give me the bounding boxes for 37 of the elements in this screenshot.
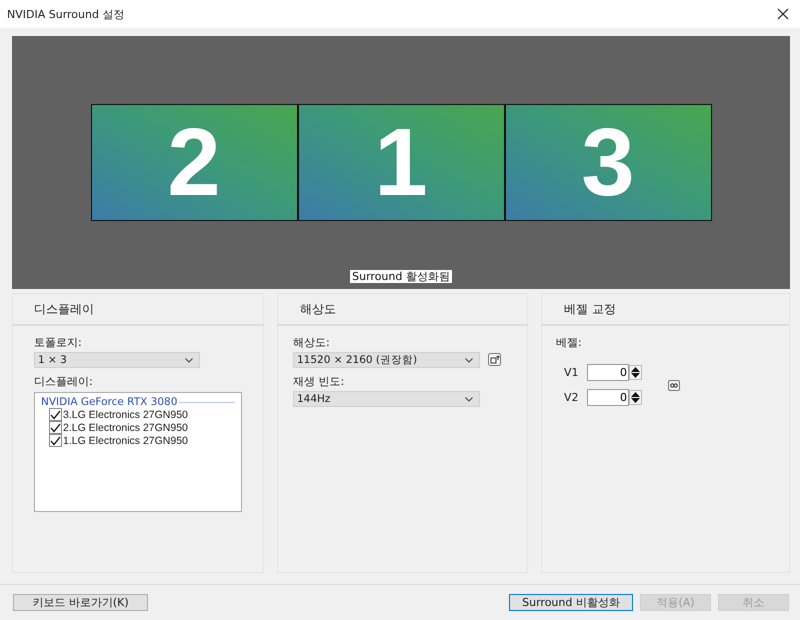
gpu-name: NVIDIA GeForce RTX 3080 xyxy=(41,396,178,408)
display-name: 3.LG Electronics 27GN950 xyxy=(63,408,188,420)
panel-title: 해상도 xyxy=(300,300,336,318)
close-icon[interactable] xyxy=(777,8,789,20)
chevron-icon xyxy=(465,358,473,362)
resolution-settings-icon[interactable] xyxy=(488,353,501,366)
chevron-icon xyxy=(185,358,193,362)
panel-title: 디스플레이 xyxy=(34,300,94,318)
link-icon[interactable] xyxy=(668,380,680,390)
monitor-tile[interactable]: 3 xyxy=(506,105,710,220)
refresh-dropdown[interactable]: 144Hz xyxy=(293,391,480,407)
topology-label: 토폴로지: xyxy=(34,335,82,350)
bezel-label: 베젤: xyxy=(556,335,582,350)
checkbox[interactable] xyxy=(49,434,62,447)
number-field[interactable]: 0 xyxy=(587,364,629,381)
resolution-label: 해상도: xyxy=(293,335,330,350)
display-name: 2.LG Electronics 27GN950 xyxy=(63,422,188,434)
topology-dropdown[interactable]: 1 × 3 xyxy=(34,352,200,368)
monitor-tile[interactable]: 2 xyxy=(92,105,296,220)
window-title: NVIDIA Surround 설정 xyxy=(7,6,124,22)
chevron-icon xyxy=(465,396,473,402)
dialog-button[interactable]: 키보드 바로가기(K) xyxy=(13,594,148,611)
status-label: Surround 활성화됨 xyxy=(350,270,452,283)
checkbox[interactable] xyxy=(49,408,62,421)
spin-buttons[interactable] xyxy=(629,365,642,380)
monitor-tile[interactable]: 1 xyxy=(298,105,504,220)
displays-label: 디스플레이: xyxy=(34,374,93,389)
field-label: V2 xyxy=(564,391,580,404)
field-label: V1 xyxy=(564,366,580,379)
display-name: 1.LG Electronics 27GN950 xyxy=(63,434,188,446)
resolution-dropdown[interactable]: 11520 × 2160 (권장함) xyxy=(293,352,480,368)
refresh-label: 재생 빈도: xyxy=(293,374,344,389)
dialog-button[interactable]: Surround 비활성화 xyxy=(509,594,633,611)
number-field[interactable]: 0 xyxy=(587,389,629,406)
panel-title: 베젤 교정 xyxy=(564,300,616,318)
checkbox[interactable] xyxy=(49,421,62,434)
spin-buttons[interactable] xyxy=(629,390,642,405)
